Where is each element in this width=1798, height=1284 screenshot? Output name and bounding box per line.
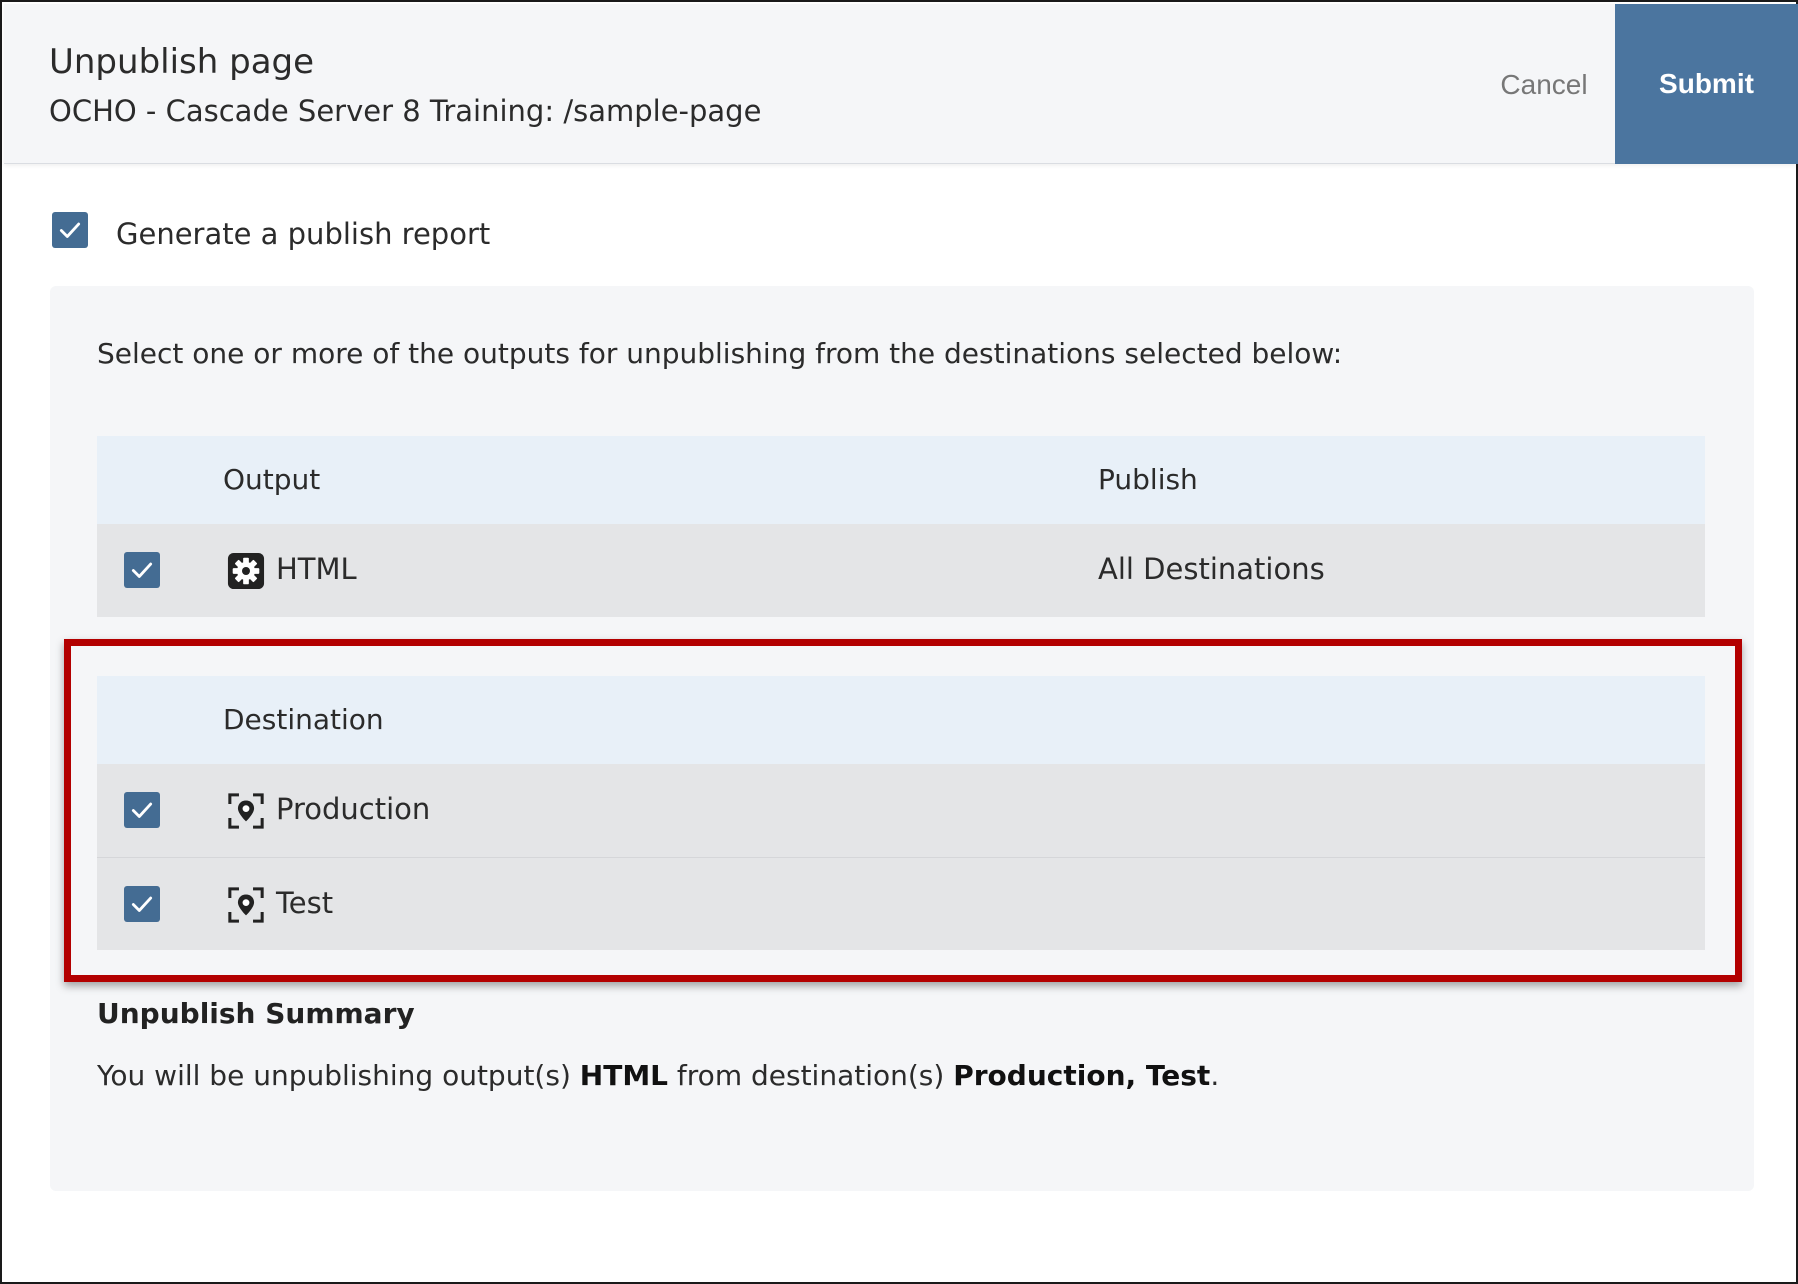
checkmark-icon xyxy=(131,802,153,818)
outputs-table: Output Publish HTML All Destinations xyxy=(97,436,1705,617)
dialog-frame: Unpublish page OCHO - Cascade Server 8 T… xyxy=(0,0,1798,1284)
destination-name: Test xyxy=(276,886,334,920)
table-row[interactable]: HTML All Destinations xyxy=(97,524,1705,617)
summary-outputs: HTML xyxy=(579,1059,669,1092)
summary-middle: from destination(s) xyxy=(668,1059,954,1092)
destination-pin-icon xyxy=(226,885,266,925)
destination-test-checkbox[interactable] xyxy=(124,886,160,922)
destination-pin-icon xyxy=(226,791,266,831)
page-title: Unpublish page xyxy=(49,42,315,82)
table-row[interactable]: Test xyxy=(97,857,1705,950)
summary-title: Unpublish Summary xyxy=(97,997,415,1030)
instructions-text: Select one or more of the outputs for un… xyxy=(97,337,1343,370)
outputs-table-header: Output Publish xyxy=(97,436,1705,524)
column-header-output: Output xyxy=(223,463,321,496)
summary-suffix: . xyxy=(1210,1059,1220,1092)
gear-icon xyxy=(226,551,266,591)
submit-button[interactable]: Submit xyxy=(1615,4,1798,164)
checkmark-icon xyxy=(59,222,81,238)
output-name: HTML xyxy=(276,552,357,586)
checkmark-icon xyxy=(131,896,153,912)
column-header-destination: Destination xyxy=(223,703,384,736)
destination-name: Production xyxy=(276,792,431,826)
dialog-header: Unpublish page OCHO - Cascade Server 8 T… xyxy=(4,4,1798,164)
publish-report-checkbox[interactable] xyxy=(52,212,88,248)
table-row[interactable]: Production xyxy=(97,764,1705,857)
column-header-publish: Publish xyxy=(1098,463,1198,496)
cancel-button[interactable]: Cancel xyxy=(1444,42,1644,128)
publish-report-label: Generate a publish report xyxy=(116,217,491,251)
summary-destinations: Production, Test xyxy=(953,1059,1211,1092)
output-html-checkbox[interactable] xyxy=(124,552,160,588)
checkmark-icon xyxy=(131,562,153,578)
output-publish-value: All Destinations xyxy=(1098,552,1325,586)
destination-production-checkbox[interactable] xyxy=(124,792,160,828)
summary-prefix: You will be unpublishing output(s) xyxy=(97,1059,580,1092)
destinations-table: Destination Production Test xyxy=(97,676,1705,950)
destinations-table-header: Destination xyxy=(97,676,1705,764)
page-subtitle: OCHO - Cascade Server 8 Training: /sampl… xyxy=(49,94,762,128)
summary-text: You will be unpublishing output(s) HTML … xyxy=(97,1059,1219,1092)
unpublish-options-panel: Select one or more of the outputs for un… xyxy=(50,286,1754,1191)
